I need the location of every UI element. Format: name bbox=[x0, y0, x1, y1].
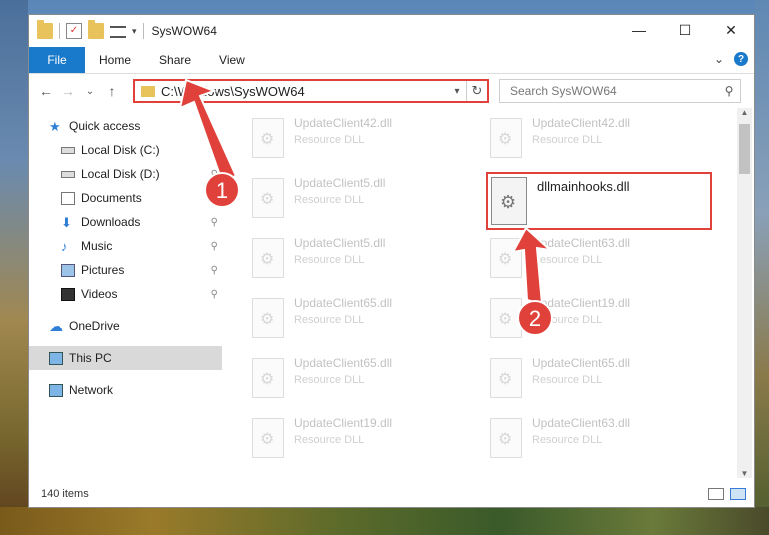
arrow-1: 1 bbox=[178, 78, 240, 208]
step-badge-1-label: 1 bbox=[216, 178, 228, 203]
step-badge-2-label: 2 bbox=[529, 306, 541, 331]
arrow-2: 2 bbox=[511, 226, 554, 336]
tutorial-annotations: 1 2 bbox=[178, 78, 554, 336]
